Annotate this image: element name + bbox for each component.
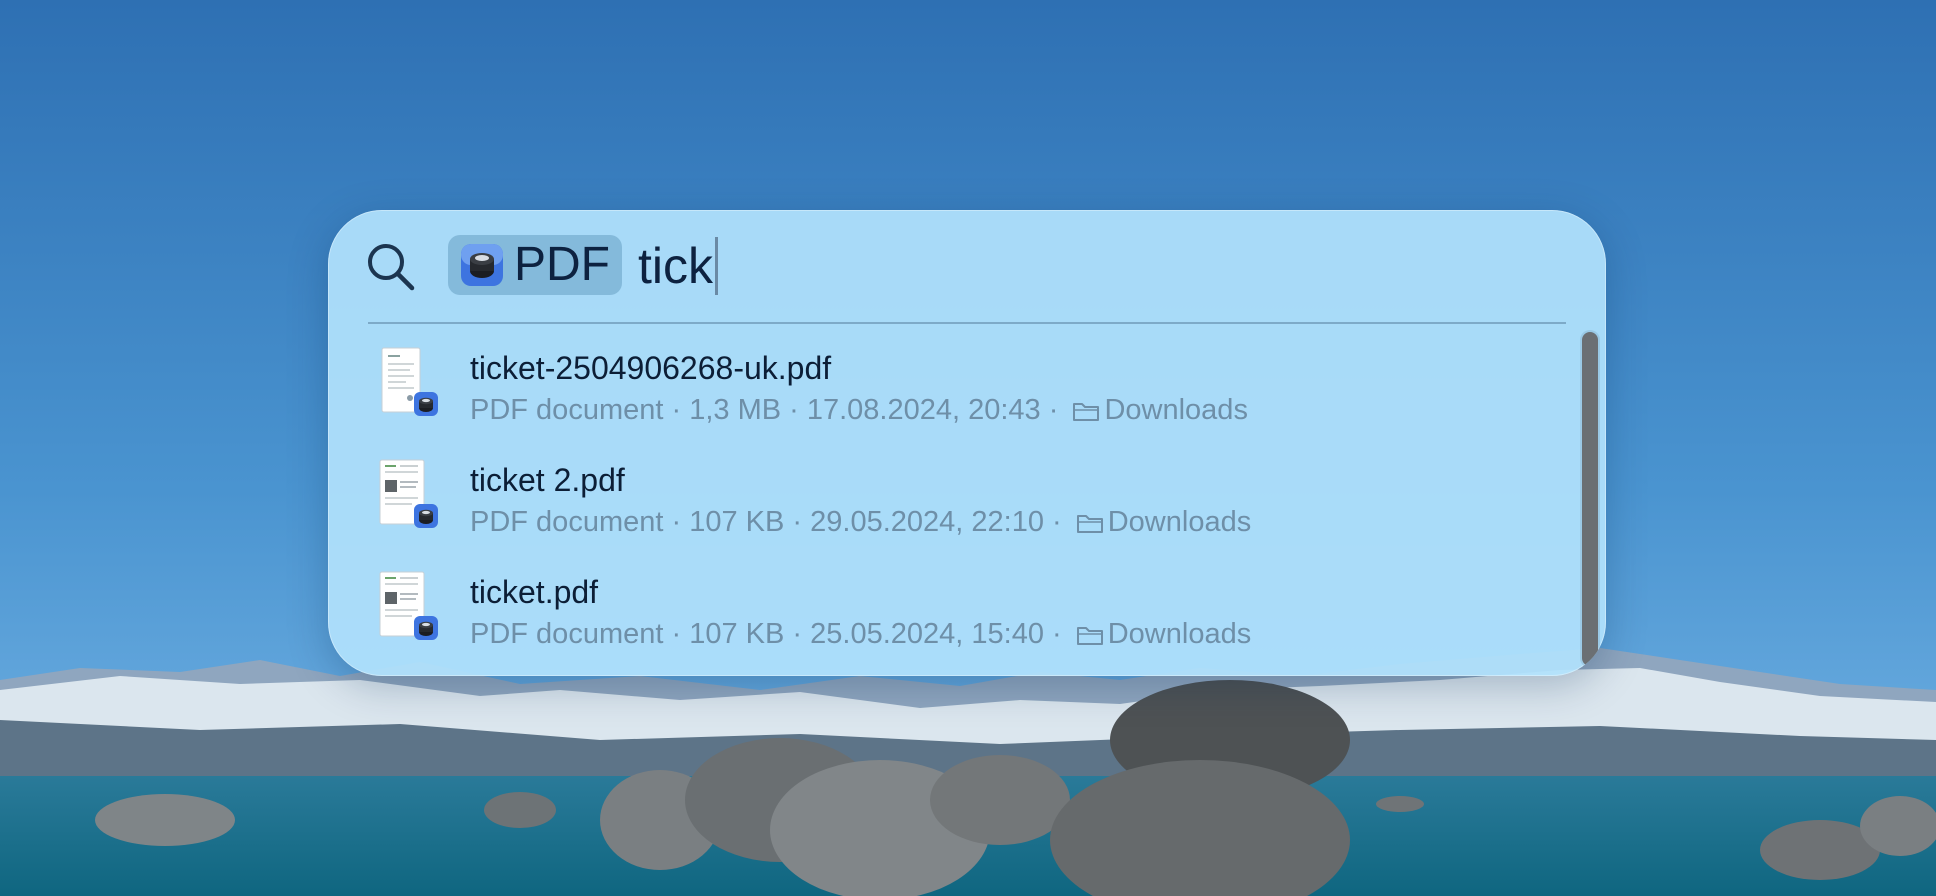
result-folder: Downloads xyxy=(1107,506,1252,538)
meta-separator: · xyxy=(663,394,690,426)
result-date: 29.05.2024, 22:10 xyxy=(810,506,1044,538)
result-date: 25.05.2024, 15:40 xyxy=(810,618,1044,650)
result-item[interactable]: ticket.pdf PDF document · 107 KB · 25.05… xyxy=(328,556,1568,668)
result-kind: PDF document xyxy=(470,618,664,650)
result-folder: Downloads xyxy=(1107,618,1252,650)
result-size: 107 KB xyxy=(689,618,785,650)
pdf-file-icon xyxy=(379,571,438,640)
result-metadata: PDF document · 107 KB · 29.05.2024, 22:1… xyxy=(470,506,1251,539)
result-folder: Downloads xyxy=(1104,394,1248,426)
result-date: 17.08.2024, 20:43 xyxy=(806,394,1041,426)
pdf-file-icon xyxy=(381,347,438,416)
meta-separator: · xyxy=(1040,394,1067,426)
result-file-name: ticket-2504906268-uk.pdf xyxy=(470,350,832,386)
meta-separator: · xyxy=(781,394,807,426)
meta-separator: · xyxy=(1043,618,1070,650)
result-item[interactable]: ticket 2.pdf PDF document · 107 KB · 29.… xyxy=(328,444,1568,556)
meta-separator: · xyxy=(1043,506,1070,538)
result-item[interactable]: ticket-2504906268-uk.pdf PDF document · … xyxy=(328,332,1568,444)
folder-icon xyxy=(1076,626,1103,645)
result-kind: PDF document xyxy=(470,506,664,538)
search-input[interactable]: tick xyxy=(638,236,1538,296)
filter-token-pdf[interactable]: PDF xyxy=(448,235,622,295)
meta-separator: · xyxy=(663,618,690,650)
magnifying-glass-icon xyxy=(368,244,415,291)
meta-separator: · xyxy=(784,618,811,650)
spotlight-panel: PDF tick ticket-2504906268-uk.pdf PDF do… xyxy=(328,210,1606,676)
search-bar: PDF tick xyxy=(328,210,1606,322)
result-file-name: ticket.pdf xyxy=(470,574,599,610)
result-file-name: ticket 2.pdf xyxy=(470,462,625,498)
result-size: 107 KB xyxy=(689,506,785,538)
pdf-app-icon xyxy=(461,244,503,286)
text-caret xyxy=(715,237,718,295)
search-query-text: tick xyxy=(638,238,713,294)
meta-separator: · xyxy=(784,506,811,538)
meta-separator: · xyxy=(663,506,690,538)
result-kind: PDF document xyxy=(470,394,664,426)
result-size: 1,3 MB xyxy=(689,394,782,426)
folder-icon xyxy=(1076,514,1103,533)
folder-icon xyxy=(1073,402,1100,421)
result-metadata: PDF document · 107 KB · 25.05.2024, 15:4… xyxy=(470,618,1251,651)
pdf-file-icon xyxy=(379,459,438,528)
filter-token-label: PDF xyxy=(514,238,610,291)
scrollbar-thumb[interactable] xyxy=(1582,332,1598,666)
result-metadata: PDF document · 1,3 MB · 17.08.2024, 20:4… xyxy=(470,394,1248,427)
divider xyxy=(368,322,1566,324)
